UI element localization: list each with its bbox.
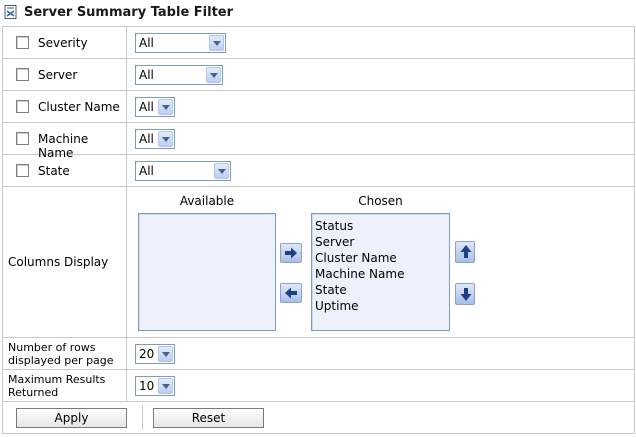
move-down-button[interactable] (455, 283, 475, 305)
chevron-down-icon[interactable] (206, 67, 221, 83)
arrow-right-icon (285, 247, 297, 259)
arrow-up-icon (460, 245, 472, 258)
available-listbox[interactable] (138, 213, 276, 331)
page-title: Server Summary Table Filter (24, 4, 234, 20)
max-results-label: Maximum Results Returned (8, 373, 106, 399)
add-column-button[interactable] (280, 243, 302, 263)
severity-row: Severity All (3, 27, 634, 59)
move-up-button[interactable] (455, 241, 475, 263)
state-label: State (38, 164, 70, 178)
cluster-name-row: Cluster Name All (3, 91, 634, 123)
button-row: Apply Reset (3, 402, 634, 433)
columns-display-label: Columns Display (8, 255, 109, 269)
chevron-down-icon[interactable] (158, 346, 173, 362)
arrow-down-icon (460, 288, 472, 301)
machine-name-row: Machine Name All (3, 123, 634, 160)
chosen-header: Chosen (358, 194, 403, 208)
cluster-name-label: Cluster Name (38, 100, 120, 114)
machine-name-select[interactable]: All (135, 129, 175, 149)
rows-per-page-select[interactable]: 20 (135, 344, 175, 364)
max-results-select[interactable]: 10 (135, 376, 175, 396)
state-select[interactable]: All (135, 161, 231, 181)
arrow-left-icon (285, 287, 297, 299)
list-item[interactable]: Status (312, 218, 449, 234)
max-results-row: Maximum Results Returned 10 (3, 370, 634, 402)
state-row: State All (3, 155, 634, 187)
machine-name-checkbox[interactable] (16, 132, 29, 145)
server-select[interactable]: All (135, 65, 223, 85)
reset-button[interactable]: Reset (153, 408, 264, 428)
list-item[interactable]: State (312, 282, 449, 298)
rows-per-page-label: Number of rows displayed per page (8, 341, 114, 367)
title-bar: Server Summary Table Filter (4, 2, 233, 22)
server-label: Server (38, 68, 78, 82)
filter-icon (4, 5, 18, 19)
severity-label: Severity (38, 36, 88, 50)
severity-checkbox[interactable] (16, 36, 29, 49)
button-divider (142, 406, 143, 430)
chosen-listbox[interactable]: Status Server Cluster Name Machine Name … (311, 213, 450, 331)
server-row: Server All (3, 59, 634, 91)
apply-button[interactable]: Apply (16, 408, 127, 428)
columns-display-row: Columns Display Available Chosen Status … (3, 187, 634, 338)
chevron-down-icon[interactable] (158, 378, 173, 394)
server-checkbox[interactable] (16, 68, 29, 81)
cluster-name-checkbox[interactable] (16, 100, 29, 113)
cluster-name-select[interactable]: All (135, 97, 175, 117)
severity-select[interactable]: All (135, 33, 226, 53)
list-item[interactable]: Cluster Name (312, 250, 449, 266)
chevron-down-icon[interactable] (209, 35, 224, 51)
list-item[interactable]: Uptime (312, 298, 449, 314)
remove-column-button[interactable] (280, 283, 302, 303)
state-checkbox[interactable] (16, 164, 29, 177)
available-header: Available (179, 194, 235, 208)
chevron-down-icon[interactable] (158, 99, 173, 115)
chevron-down-icon[interactable] (158, 131, 173, 147)
filter-table: Severity All Server All Cluster Name All… (2, 26, 635, 434)
list-item[interactable]: Machine Name (312, 266, 449, 282)
rows-per-page-row: Number of rows displayed per page 20 (3, 338, 634, 370)
chevron-down-icon[interactable] (214, 163, 229, 179)
list-item[interactable]: Server (312, 234, 449, 250)
